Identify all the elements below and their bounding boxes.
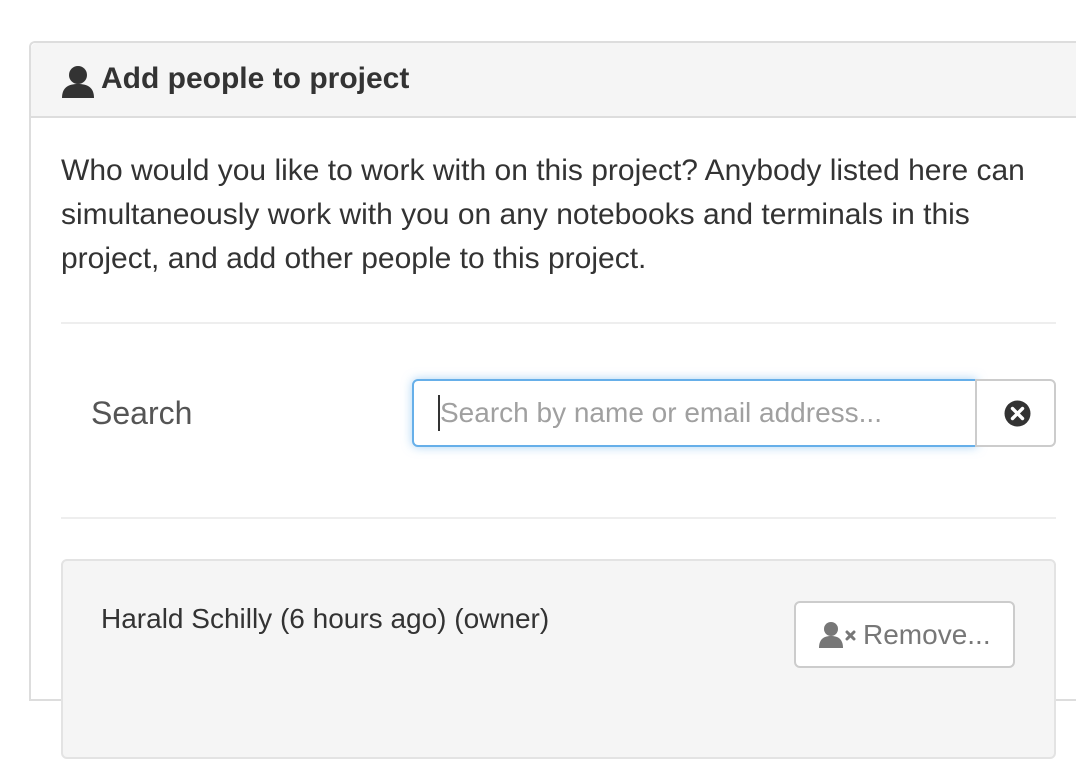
user-times-icon <box>819 622 856 648</box>
panel-title: Add people to project <box>101 62 410 95</box>
divider <box>61 517 1056 519</box>
user-icon <box>62 66 94 98</box>
add-people-panel: Add people to project Who would you like… <box>29 41 1076 759</box>
search-input[interactable] <box>412 379 977 447</box>
times-circle-icon <box>1004 400 1031 427</box>
collaborator-list-item: Harald Schilly (6 hours ago) (owner) Rem… <box>61 559 1056 759</box>
remove-button-label: Remove... <box>863 619 991 650</box>
text-caret <box>438 395 440 431</box>
divider <box>61 322 1056 324</box>
search-label: Search <box>91 395 193 431</box>
remove-collaborator-button[interactable]: Remove... <box>794 601 1015 668</box>
panel-heading: Add people to project <box>31 43 1076 118</box>
panel-description: Who would you like to work with on this … <box>61 154 1025 275</box>
collaborator-name: Harald Schilly (6 hours ago) (owner) <box>101 603 550 634</box>
clear-search-button[interactable] <box>975 379 1056 447</box>
